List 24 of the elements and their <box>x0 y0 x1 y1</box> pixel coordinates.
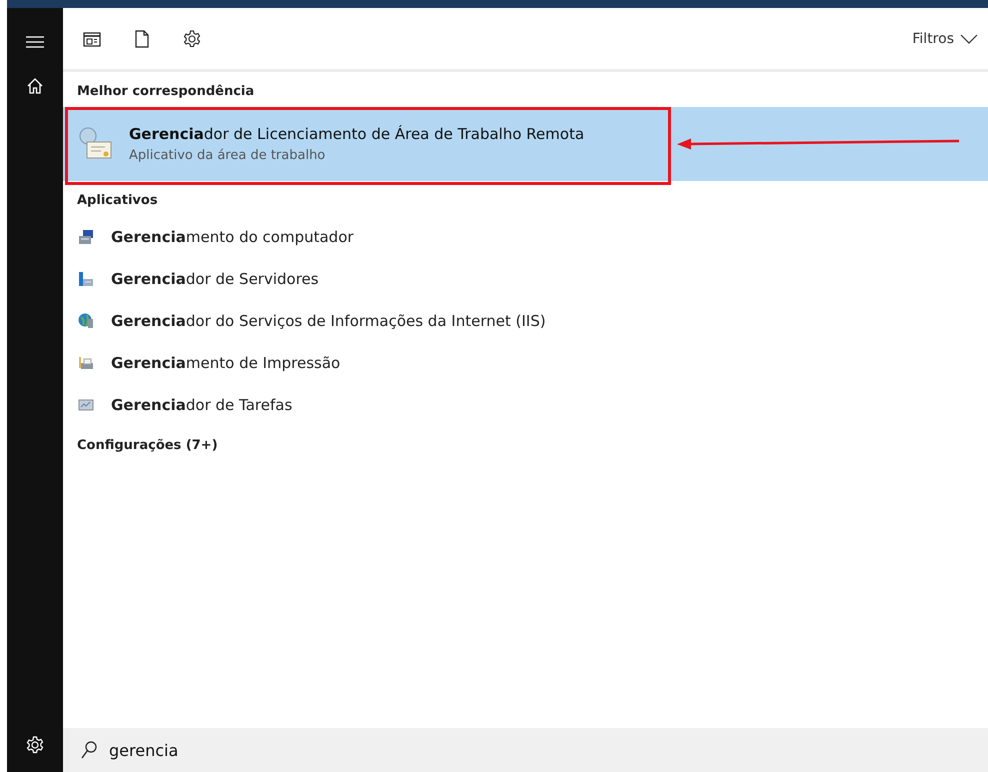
settings-icon[interactable] <box>183 30 201 48</box>
app-subtitle: Aplicativo da área de trabalho <box>129 148 326 163</box>
filters-button[interactable]: Filtros <box>912 30 978 46</box>
app-list-item[interactable]: Gerenciador do Serviços de Informações da Internet (IIS) <box>63 300 988 342</box>
app-title: Gerenciador de Licenciamento de Área de Trabalho Remota <box>129 125 584 143</box>
home-icon[interactable] <box>27 78 43 94</box>
section-heading: Melhor correspondência <box>76 83 256 101</box>
search-icon <box>81 741 97 759</box>
globe-icon <box>77 312 95 330</box>
window-icon[interactable] <box>83 30 101 46</box>
app-list-item[interactable]: Gerenciamento do computador <box>63 216 988 258</box>
section-heading[interactable]: Configurações (7+) <box>63 426 988 461</box>
menu-icon[interactable] <box>26 36 44 48</box>
server-icon <box>77 270 95 288</box>
printer-icon <box>77 354 95 372</box>
document-icon[interactable] <box>135 30 149 48</box>
app-list-item[interactable]: Gerenciamento de Impressão <box>63 342 988 384</box>
chevron-down-icon <box>960 34 978 44</box>
search-input[interactable]: gerencia <box>109 740 409 760</box>
computer-icon <box>77 228 95 246</box>
app-list-item[interactable]: Gerenciador de Servidores <box>63 258 988 300</box>
best-match-item[interactable]: Gerenciador de Licenciamento de Área de Trabalho Remota Aplicativo da área de trabalho <box>63 107 988 181</box>
section-heading: Aplicativos <box>76 192 159 210</box>
app-list-item[interactable]: Gerenciador de Tarefas <box>63 384 988 426</box>
